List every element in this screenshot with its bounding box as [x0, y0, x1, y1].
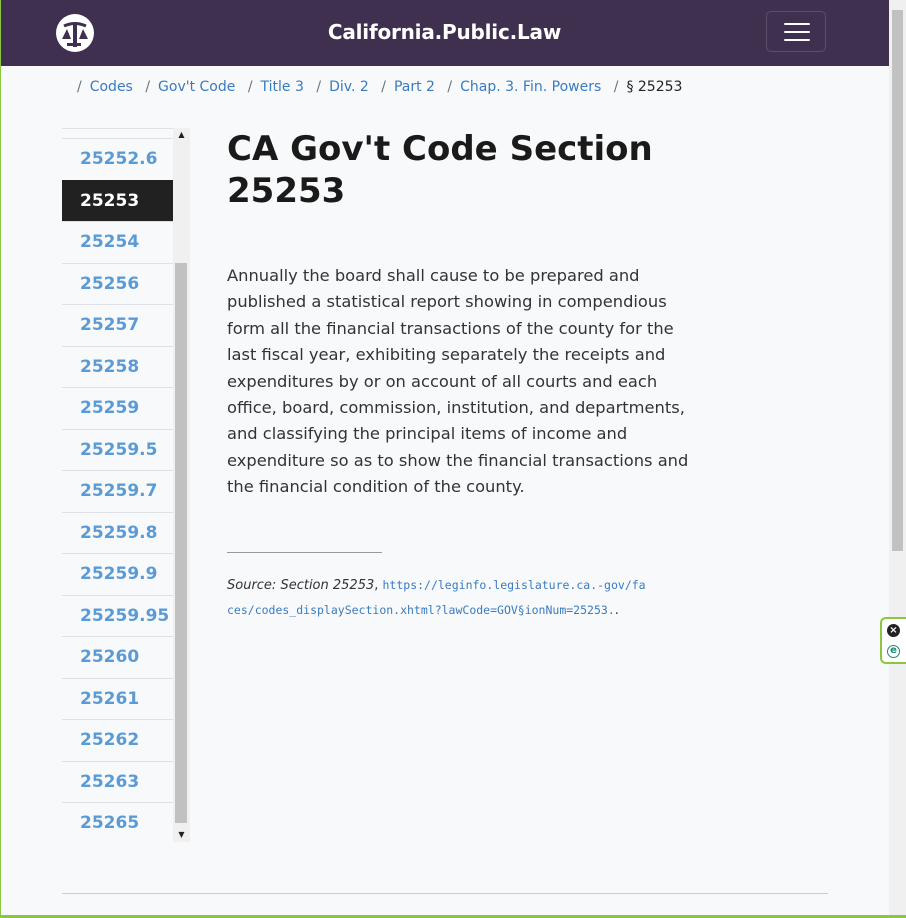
- sidebar-item[interactable]: 25257: [62, 304, 173, 346]
- page-title: CA Gov't Code Section 25253: [227, 129, 653, 211]
- sidebar-scroll-thumb[interactable]: [175, 263, 187, 823]
- source-end: .: [614, 603, 619, 618]
- breadcrumb-govt-code[interactable]: Gov't Code: [158, 79, 235, 95]
- sidebar-item[interactable]: 25259.9: [62, 553, 173, 595]
- sidebar-item[interactable]: 25262: [62, 719, 173, 761]
- section-text: Annually the board shall cause to be pre…: [227, 266, 689, 497]
- navbar: California.Public.Law: [0, 0, 889, 66]
- sidebar-item[interactable]: 25260: [62, 636, 173, 678]
- source-label: Source: Section 25253: [227, 578, 375, 593]
- page-scrollbar[interactable]: [889, 0, 906, 915]
- sidebar-item[interactable]: 25263: [62, 760, 173, 803]
- section-list: 25252.6 25253 25254 25256 25257 25258 25…: [62, 128, 173, 842]
- source-citation: Source: Section 25253, https://leginfo.l…: [227, 578, 646, 618]
- sidebar-item[interactable]: 25259.7: [62, 470, 173, 512]
- breadcrumb-codes[interactable]: Codes: [90, 79, 133, 95]
- scroll-down-arrow-icon[interactable]: ▼: [173, 828, 190, 842]
- breadcrumb-chapter-3[interactable]: Chap. 3. Fin. Powers: [460, 79, 601, 95]
- sidebar-divider: [62, 128, 173, 138]
- footnote-divider: [227, 552, 382, 553]
- window-frame-left: [0, 0, 1, 918]
- floating-widget: × e: [880, 617, 906, 664]
- sidebar-item[interactable]: 25254: [62, 221, 173, 263]
- sidebar-item[interactable]: 25259.8: [62, 511, 173, 554]
- sidebar-item[interactable]: 25259.5: [62, 428, 173, 471]
- breadcrumb-title-3[interactable]: Title 3: [261, 79, 304, 95]
- hamburger-menu-icon[interactable]: [766, 11, 826, 52]
- sidebar-item[interactable]: 25265: [62, 802, 173, 842]
- section-sidebar: 25252.6 25253 25254 25256 25257 25258 25…: [62, 128, 190, 842]
- extension-e-icon[interactable]: e: [887, 645, 900, 658]
- sidebar-item-active[interactable]: 25253: [62, 179, 173, 221]
- close-icon[interactable]: ×: [887, 624, 900, 637]
- sidebar-item[interactable]: 25256: [62, 262, 173, 305]
- sidebar-item[interactable]: 25259: [62, 387, 173, 429]
- breadcrumb-div-2[interactable]: Div. 2: [329, 79, 369, 95]
- footer-divider: [62, 893, 828, 894]
- sidebar-scrollbar[interactable]: ▲ ▼: [173, 128, 190, 842]
- sidebar-item[interactable]: 25259.95: [62, 594, 173, 637]
- sidebar-item[interactable]: 25261: [62, 677, 173, 720]
- site-title[interactable]: California.Public.Law: [0, 20, 889, 44]
- breadcrumb: / Codes / Gov't Code / Title 3 /Div. 2 /Par…: [77, 79, 683, 95]
- scroll-up-arrow-icon[interactable]: ▲: [173, 128, 190, 142]
- sidebar-item[interactable]: 25252.6: [62, 138, 173, 180]
- breadcrumb-part-2[interactable]: Part 2: [394, 79, 435, 95]
- sidebar-item[interactable]: 25258: [62, 345, 173, 388]
- breadcrumb-current: § 25253: [626, 79, 683, 95]
- page-scroll-thumb[interactable]: [892, 10, 903, 551]
